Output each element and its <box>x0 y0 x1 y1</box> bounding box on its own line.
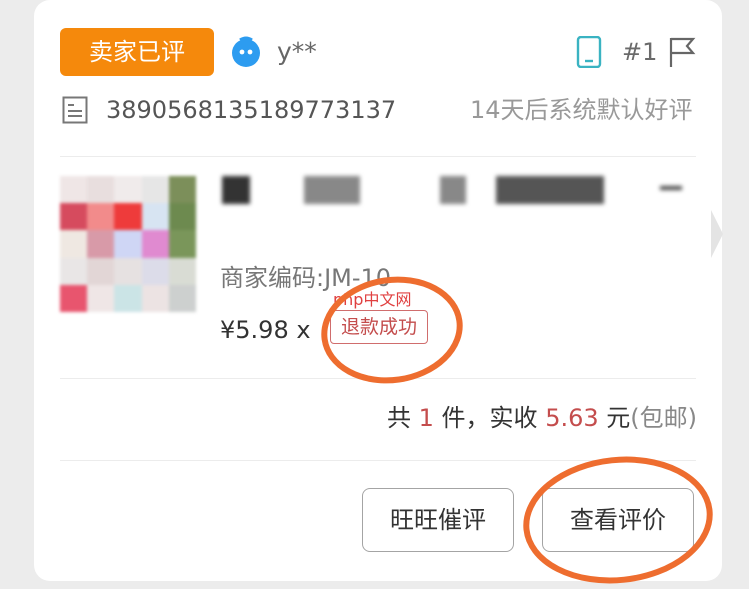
product-title-blurred <box>496 176 604 204</box>
summary-prefix: 共 <box>386 404 411 432</box>
auto-review-note: 14天后系统默认好评 <box>470 96 693 124</box>
phone-icon <box>576 36 602 68</box>
watermark: php中文网 <box>333 290 412 309</box>
buyer-name[interactable]: y** <box>277 36 317 68</box>
product-title-blurred <box>222 176 250 204</box>
shipping-note: (包邮) <box>630 404 697 432</box>
item-count: 1 <box>418 404 434 432</box>
product-thumbnail[interactable] <box>60 176 196 312</box>
currency: 元 <box>606 404 631 432</box>
amount-received: 5.63 <box>545 404 599 432</box>
order-summary: 共 1 件，实收 5.63 元(包邮) <box>387 402 697 434</box>
divider <box>60 156 696 157</box>
order-number: 3890568135189773137 <box>106 96 397 124</box>
product-title-blurred <box>304 176 360 204</box>
unit-price: ¥5.98 x <box>220 316 311 344</box>
product-title-blurred <box>440 176 466 204</box>
buyer-avatar-icon <box>232 36 260 67</box>
order-index: #1 <box>622 38 658 66</box>
summary-unit: 件，实收 <box>441 404 538 432</box>
chevron-right-icon <box>711 210 723 258</box>
view-review-button[interactable]: 查看评价 <box>542 488 694 552</box>
divider <box>60 378 696 379</box>
flag-icon[interactable] <box>668 36 696 68</box>
status-badge: 卖家已评 <box>60 28 214 76</box>
product-title-blurred <box>660 186 682 190</box>
divider <box>60 460 696 461</box>
urge-review-button[interactable]: 旺旺催评 <box>362 488 514 552</box>
order-list-icon <box>62 96 88 124</box>
refund-status-badge: 退款成功 <box>330 310 428 344</box>
